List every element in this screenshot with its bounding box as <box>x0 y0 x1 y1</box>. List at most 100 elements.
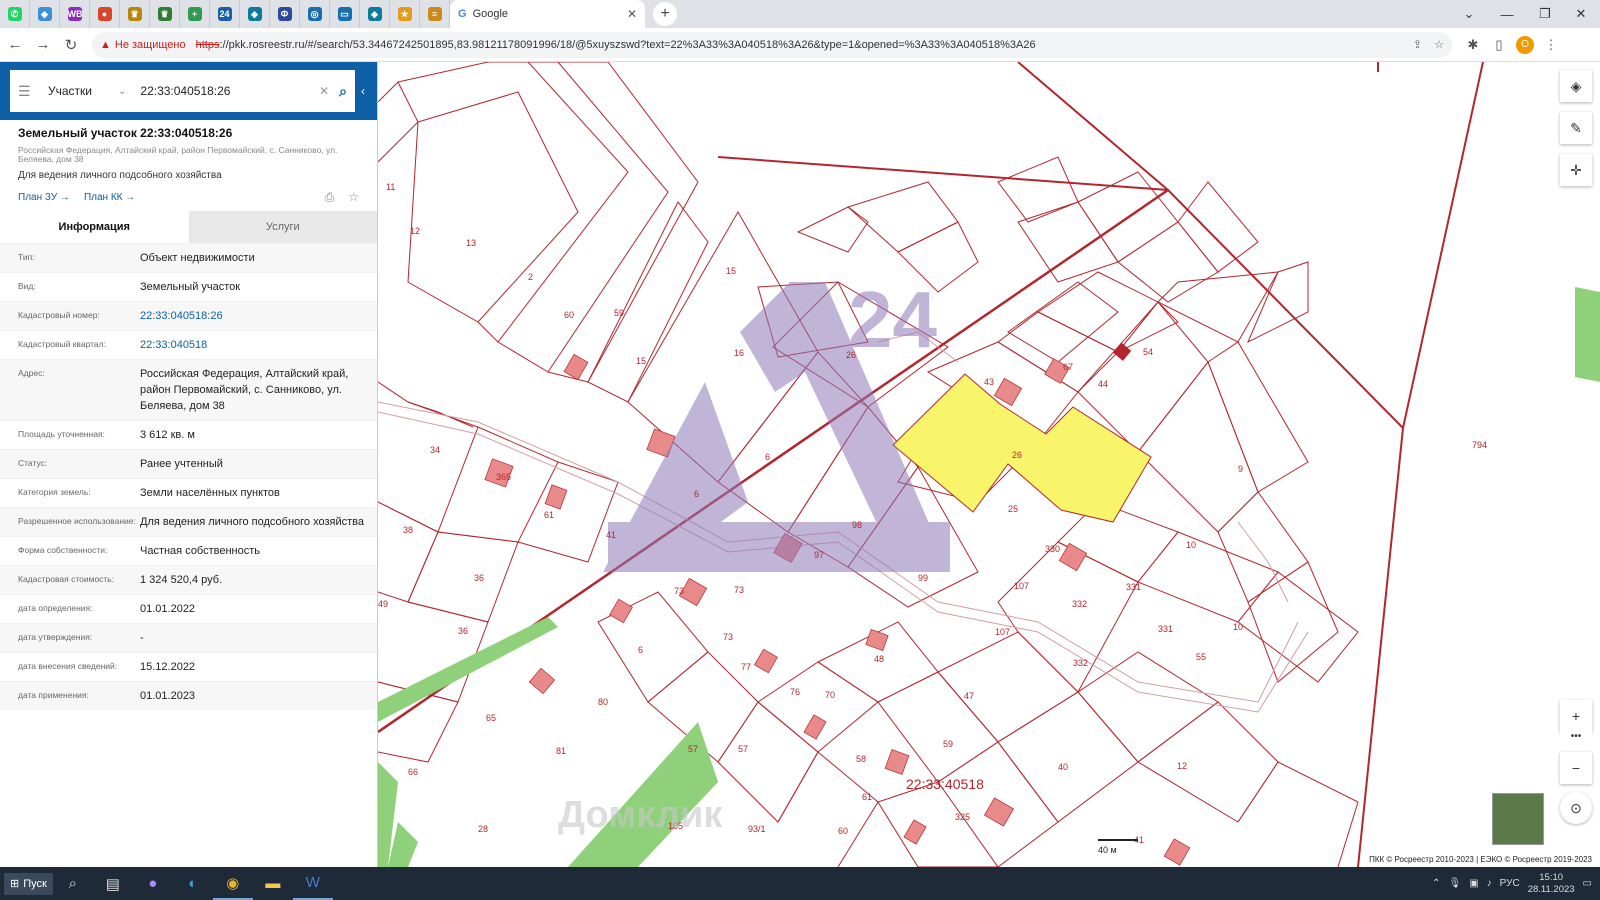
browser-tab[interactable]: + <box>180 0 210 28</box>
quarter-label: 22:33:40518 <box>906 776 984 792</box>
ruler-icon[interactable]: ✎ <box>1560 112 1592 144</box>
minimap-thumbnail[interactable] <box>1492 793 1544 845</box>
more-icon[interactable]: ••• <box>1560 726 1592 746</box>
tab-information[interactable]: Информация <box>0 211 189 243</box>
info-value: Земли населённых пунктов <box>140 487 280 499</box>
selected-parcel-highlight[interactable] <box>892 373 1152 523</box>
browser-tab[interactable]: ● <box>90 0 120 28</box>
search-bar: ☰ Участки ⌄ 22:33:040518:26 ✕ ⌕ ‹ <box>0 62 377 120</box>
task-view-icon[interactable]: ▤ <box>93 867 133 900</box>
browser-tab[interactable]: ◎ <box>300 0 330 28</box>
search-input[interactable]: 22:33:040518:26 <box>140 84 319 98</box>
volume-icon[interactable]: ♪ <box>1487 878 1492 889</box>
browser-tab[interactable]: ★ <box>390 0 420 28</box>
chrome-icon[interactable]: ◉ <box>212 867 253 900</box>
clear-icon[interactable]: ✕ <box>319 84 329 98</box>
address-bar[interactable]: ▲ Не защищено https ://pkk.rosreestr.ru/… <box>92 31 1452 58</box>
maximize-icon[interactable]: ❐ <box>1526 0 1564 28</box>
parcel-number-label: 99 <box>918 573 928 583</box>
parcel-number-label: 28 <box>478 824 488 834</box>
share-icon[interactable]: ⇪ <box>1413 38 1422 51</box>
search-icon[interactable]: ⌕ <box>339 83 347 100</box>
sidepanel-icon[interactable]: ▯ <box>1486 32 1512 58</box>
cadastral-map[interactable]: 24 11 12 13 2 60 59 15 15 16 26 43 67 54 44 9 794 34 365 6… <box>378 62 1600 867</box>
category-select[interactable]: Участки <box>48 84 118 98</box>
parcel-number-label: 65 <box>486 713 496 723</box>
explorer-icon[interactable]: ▬ <box>253 867 293 900</box>
clock[interactable]: 15:10 28.11.2023 <box>1528 872 1575 896</box>
domclick-watermark: Домклик <box>558 794 723 836</box>
collapse-panel-icon[interactable]: ‹ <box>361 84 365 98</box>
zoom-out-icon[interactable]: − <box>1560 752 1592 784</box>
browser-tab[interactable]: Ф <box>270 0 300 28</box>
info-value: - <box>140 632 144 644</box>
info-row: дата утверждения: - <box>0 623 377 652</box>
extensions-icon[interactable]: ✱ <box>1460 32 1486 58</box>
notifications-icon[interactable]: ▭ <box>1583 878 1592 889</box>
reload-icon[interactable]: ↻ <box>58 32 84 58</box>
browser-tab[interactable]: 24 <box>210 0 240 28</box>
mic-icon[interactable]: 🎙 <box>1449 878 1462 889</box>
close-tab-icon[interactable]: ✕ <box>627 7 637 21</box>
info-row: Вид: Земельный участок <box>0 272 377 301</box>
parcel-number-label: 15 <box>636 356 646 366</box>
new-tab-button[interactable]: + <box>653 2 677 26</box>
browser-tab-active[interactable]: G Google ✕ <box>450 0 645 28</box>
info-row: Статус: Ранее учтенный <box>0 449 377 478</box>
info-row: Адрес: Российская Федерация, Алтайский кр… <box>0 359 377 420</box>
close-window-icon[interactable]: ✕ <box>1562 0 1600 28</box>
minimize-icon[interactable]: — <box>1488 0 1526 28</box>
browser-tab[interactable]: WB <box>60 0 90 28</box>
parcel-number-label: 6 <box>765 452 770 462</box>
shield-icon: ◈ <box>247 7 262 21</box>
browser-tab[interactable]: ◈ <box>240 0 270 28</box>
browser-tab[interactable]: ▭ <box>330 0 360 28</box>
compass-icon[interactable]: ⊙ <box>1560 792 1592 824</box>
info-value-link[interactable]: 22:33:040518:26 <box>140 308 377 324</box>
chevron-down-icon[interactable]: ⌄ <box>1450 0 1488 28</box>
info-value: Российская Федерация, Алтайский край, ра… <box>140 368 349 412</box>
search-taskbar-icon[interactable]: ⌕ <box>53 867 93 900</box>
shield-icon: ◈ <box>367 7 382 21</box>
profile-avatar[interactable]: О <box>1512 32 1538 58</box>
stack-icon: ≡ <box>427 7 442 21</box>
language-indicator[interactable]: РУС <box>1500 878 1520 889</box>
word-icon[interactable]: W <box>292 867 333 900</box>
info-row: Кадастровый квартал: 22:33:040518 <box>0 330 377 359</box>
locate-icon[interactable]: ✛ <box>1560 154 1592 186</box>
network-icon[interactable]: ▣ <box>1469 878 1478 889</box>
chevron-down-icon[interactable]: ⌄ <box>118 86 126 97</box>
parcel-number-label: 10 <box>1233 622 1243 632</box>
browser-tab[interactable]: ♛ <box>120 0 150 28</box>
browser-tab[interactable]: ◈ <box>360 0 390 28</box>
start-button[interactable]: ⊞ Пуск <box>4 872 53 895</box>
info-value: 1 324 520,4 руб. <box>140 574 223 586</box>
tab-services[interactable]: Услуги <box>188 211 377 243</box>
browser-tab[interactable]: ≡ <box>420 0 450 28</box>
back-icon[interactable]: ← <box>2 32 28 58</box>
edge-icon[interactable]: ◐ <box>173 867 213 900</box>
assistant-icon[interactable]: ● <box>133 867 173 900</box>
browser-tab[interactable]: ♛ <box>150 0 180 28</box>
windows-logo-icon: ⊞ <box>10 878 20 890</box>
map-canvas[interactable]: 24 11 12 13 2 60 59 15 15 16 26 43 67 54 44 9 794 34 365 6… <box>378 62 1600 867</box>
panel-tabs: Информация Услуги <box>0 211 377 243</box>
plan-zu-link[interactable]: План ЗУ → <box>18 192 70 203</box>
hamburger-icon[interactable]: ☰ <box>18 83 48 100</box>
bookmark-star-icon[interactable]: ☆ <box>1434 38 1444 51</box>
tray-expand-icon[interactable]: ⌃ <box>1432 878 1440 889</box>
layers-icon[interactable]: ◈ <box>1560 70 1592 102</box>
plan-kk-link[interactable]: План КК → <box>84 192 135 203</box>
parcel-number-label: 34 <box>430 445 440 455</box>
windows-taskbar: ⊞ Пуск ⌕ ▤ ● ◐ ◉ ▬ W ⌃ 🎙 ▣ ♪ РУС 15:10 28… <box>0 867 1600 900</box>
info-value: 01.01.2022 <box>140 603 196 615</box>
favorite-star-icon[interactable]: ☆ <box>348 190 359 204</box>
wb-icon: WB <box>67 7 83 21</box>
menu-kebab-icon[interactable]: ⋮ <box>1538 32 1564 58</box>
tab-title: Google <box>472 8 509 20</box>
info-value-link[interactable]: 22:33:040518 <box>140 337 377 353</box>
browser-tab[interactable]: ✆ <box>0 0 30 28</box>
forward-icon[interactable]: → <box>30 32 56 58</box>
print-icon[interactable]: ⎙ <box>325 190 335 205</box>
browser-tab[interactable]: ◆ <box>30 0 60 28</box>
